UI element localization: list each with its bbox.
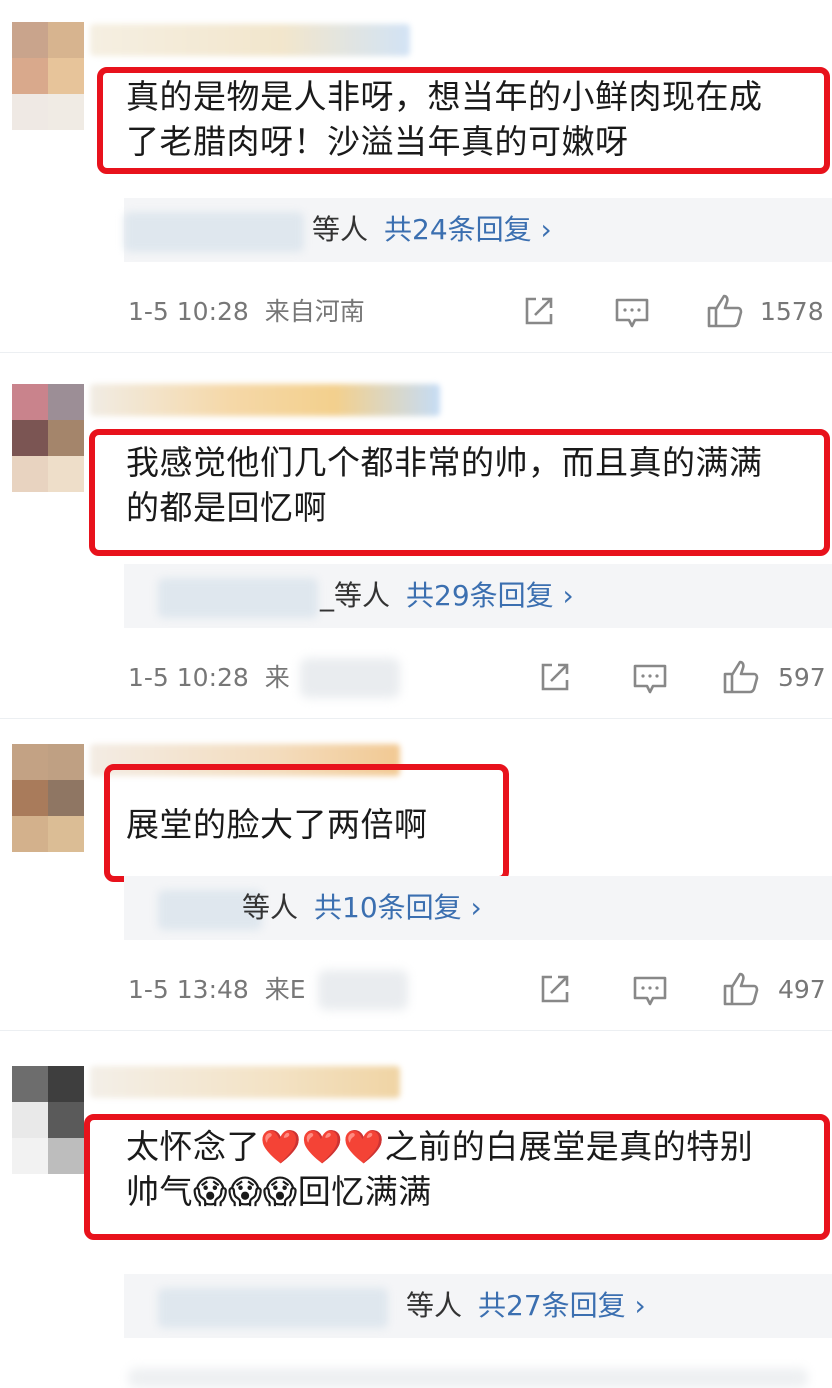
divider xyxy=(0,718,832,719)
comment-icon[interactable] xyxy=(614,296,650,330)
comment-text-line: 帅气😱😱😱回忆满满 xyxy=(126,1172,432,1211)
comment-text-line: 真的是物是人非呀，想当年的小鲜肉现在成 xyxy=(126,77,763,116)
like-count: 597 xyxy=(778,663,826,692)
reply-summary[interactable]: 等人 共24条回复 › xyxy=(312,210,552,250)
avatar[interactable] xyxy=(12,22,84,130)
timestamp: 1-5 13:48 xyxy=(128,975,249,1004)
location-blurred xyxy=(300,658,400,698)
reply-preview[interactable]: 等人 共10条回复 › xyxy=(124,876,832,940)
location-blurred xyxy=(318,970,408,1010)
username-blurred[interactable] xyxy=(90,24,410,56)
reply-users: 等人 xyxy=(406,1289,463,1322)
reply-user-blurred xyxy=(158,578,318,618)
location: 来E xyxy=(264,975,306,1004)
avatar[interactable] xyxy=(12,384,84,492)
divider xyxy=(0,352,832,353)
comment-text-line: 了老腊肉呀！沙溢当年真的可嫩呀 xyxy=(126,122,629,161)
reply-preview[interactable]: 等人 共27条回复 › xyxy=(124,1274,832,1338)
like-icon[interactable] xyxy=(706,292,744,330)
reply-summary[interactable]: _等人 共29条回复 › xyxy=(320,576,574,616)
reply-summary[interactable]: 等人 共10条回复 › xyxy=(242,888,482,928)
reply-users: _等人 xyxy=(320,579,391,612)
comment-icon[interactable] xyxy=(632,974,668,1008)
comment-text: 展堂的脸大了两倍啊 xyxy=(126,802,428,847)
share-icon[interactable] xyxy=(522,294,556,328)
reply-users: 等人 xyxy=(242,891,299,924)
comment-icon[interactable] xyxy=(632,662,668,696)
location: 来自河南 xyxy=(264,297,365,326)
reply-count-link[interactable]: 共29条回复 › xyxy=(406,579,574,612)
username-blurred[interactable] xyxy=(90,384,440,416)
comment-text-line: 展堂的脸大了两倍啊 xyxy=(126,805,428,844)
meta-row-cropped xyxy=(128,1368,808,1388)
reply-preview[interactable]: 等人 共24条回复 › xyxy=(124,198,832,262)
like-count: 497 xyxy=(778,975,826,1004)
comment-meta: 1-5 10:28 来 xyxy=(128,660,290,696)
reply-preview[interactable]: _等人 共29条回复 › xyxy=(124,564,832,628)
location: 来 xyxy=(264,663,290,692)
reply-summary[interactable]: 等人 共27条回复 › xyxy=(406,1286,646,1326)
divider xyxy=(0,1030,832,1031)
like-icon[interactable] xyxy=(722,658,760,696)
share-icon[interactable] xyxy=(538,972,572,1006)
comment-text-line: 太怀念了❤️❤️❤️之前的白展堂是真的特别 xyxy=(126,1127,754,1166)
reply-count-link[interactable]: 共24条回复 › xyxy=(384,213,552,246)
reply-count-link[interactable]: 共10条回复 › xyxy=(314,891,482,924)
reply-users: 等人 xyxy=(312,213,369,246)
reply-user-blurred xyxy=(124,212,304,252)
avatar[interactable] xyxy=(12,744,84,852)
timestamp: 1-5 10:28 xyxy=(128,663,249,692)
username-blurred[interactable] xyxy=(90,1066,400,1098)
comment-text-line: 我感觉他们几个都非常的帅，而且真的满满 xyxy=(126,443,763,482)
share-icon[interactable] xyxy=(538,660,572,694)
comment-text: 太怀念了❤️❤️❤️之前的白展堂是真的特别 帅气😱😱😱回忆满满 xyxy=(126,1124,753,1214)
reply-user-blurred xyxy=(158,1288,388,1328)
comment-meta: 1-5 13:48 来E xyxy=(128,972,306,1008)
comment-text: 我感觉他们几个都非常的帅，而且真的满满 的都是回忆啊 xyxy=(126,440,763,530)
avatar[interactable] xyxy=(12,1066,84,1174)
reply-count-link[interactable]: 共27条回复 › xyxy=(478,1289,646,1322)
comment-meta: 1-5 10:28 来自河南 xyxy=(128,294,365,330)
timestamp: 1-5 10:28 xyxy=(128,297,249,326)
like-count: 1578 xyxy=(760,297,824,326)
comment-text: 真的是物是人非呀，想当年的小鲜肉现在成 了老腊肉呀！沙溢当年真的可嫩呀 xyxy=(126,74,763,164)
comment-text-line: 的都是回忆啊 xyxy=(126,488,327,527)
like-icon[interactable] xyxy=(722,970,760,1008)
